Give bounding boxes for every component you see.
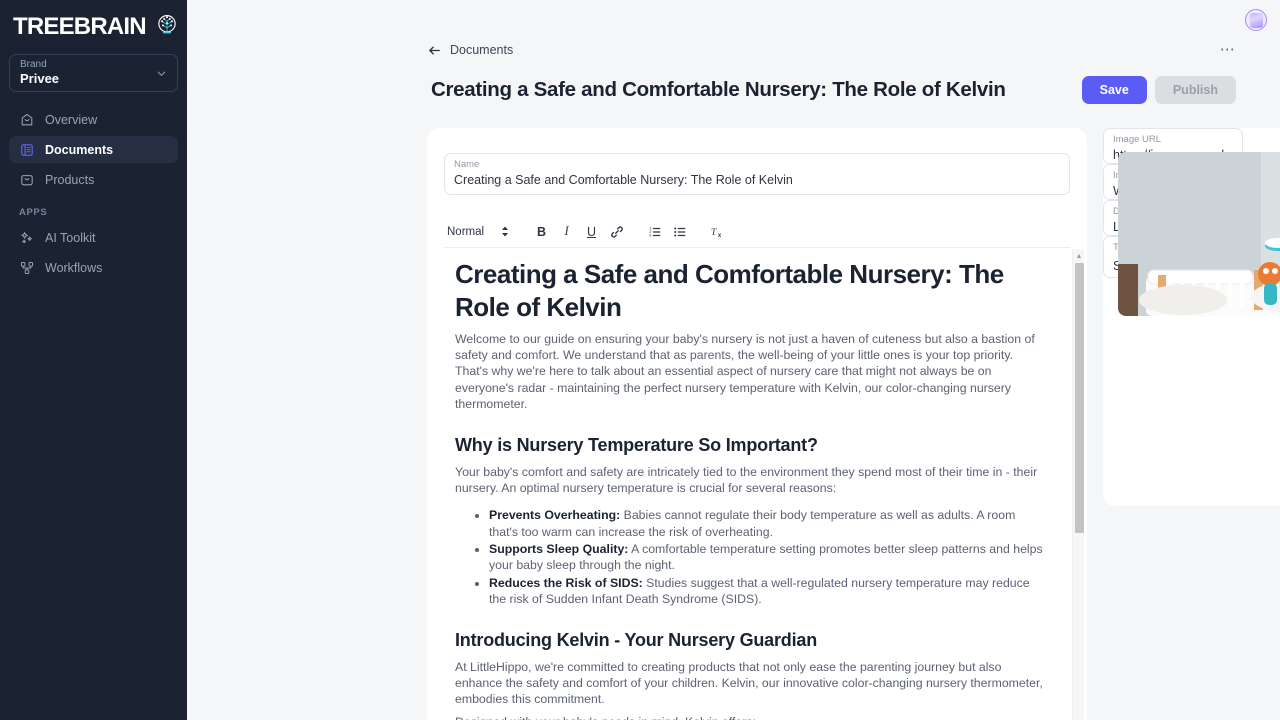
sidebar-item-products[interactable]: Products	[9, 166, 178, 193]
sidebar-item-label: AI Toolkit	[45, 230, 96, 245]
link-icon	[610, 225, 623, 238]
hero-image-preview	[1118, 152, 1280, 316]
document-list-1: Prevents Overheating: Babies cannot regu…	[489, 507, 1046, 607]
document-paragraph-4: Designed with your baby's needs in mind,…	[455, 714, 1046, 720]
main-content: Documents ⋯ Creating a Safe and Comforta…	[187, 0, 1280, 720]
text-style-value: Normal	[447, 225, 485, 238]
link-button[interactable]	[606, 221, 627, 242]
document-title-row: Creating a Safe and Comfortable Nursery:…	[431, 76, 1236, 104]
brand-value: Privee	[20, 71, 60, 87]
sidebar: TREEBRAIN Brand Privee Overview Document…	[0, 0, 187, 720]
sidebar-item-documents[interactable]: Documents	[9, 136, 178, 163]
save-button[interactable]: Save	[1081, 76, 1147, 104]
sidebar-section-apps: APPS	[19, 207, 48, 218]
document-body: Creating a Safe and Comfortable Nursery:…	[444, 258, 1046, 720]
action-buttons: Save Publish	[1081, 76, 1236, 104]
document-paragraph-2: Your baby's comfort and safety are intri…	[455, 464, 1038, 495]
list-item-term: Supports Sleep Quality:	[489, 542, 629, 557]
document-paragraph-intro: Welcome to our guide on ensuring your ba…	[455, 331, 1035, 411]
scrollbar-thumb[interactable]	[1074, 263, 1084, 533]
list-item: Reduces the Risk of SIDS: Studies sugges…	[489, 575, 1046, 608]
image-url-label: Image URL	[1113, 134, 1162, 145]
avatar-image	[1249, 12, 1263, 28]
list-item-term: Prevents Overheating:	[489, 508, 621, 523]
logo-text: TREEBRAIN	[13, 13, 147, 40]
ellipsis-icon[interactable]: ⋯	[1220, 42, 1236, 57]
brand-selector-text: Brand Privee	[20, 58, 60, 87]
clear-format-button[interactable]: T x	[707, 221, 728, 242]
name-input[interactable]: Name Creating a Safe and Comfortable Nur…	[444, 153, 1070, 195]
sidebar-item-label: Workflows	[45, 260, 103, 275]
workflow-icon	[20, 261, 34, 274]
sidebar-item-overview[interactable]: Overview	[9, 106, 178, 133]
sparkles-icon	[21, 231, 32, 243]
list-item-term: Reduces the Risk of SIDS:	[489, 575, 643, 590]
document-icon	[21, 143, 33, 156]
brand-selector[interactable]: Brand Privee	[9, 54, 178, 92]
document-paragraph-3: At LittleHippo, we're committed to creat…	[455, 659, 1043, 707]
document-heading-2-why: Why is Nursery Temperature So Important?	[455, 435, 818, 456]
text-style-dropdown[interactable]: Normal	[444, 225, 514, 238]
list-item: Supports Sleep Quality: A comfortable te…	[489, 541, 1046, 574]
page-title: Creating a Safe and Comfortable Nursery:…	[431, 78, 1006, 101]
editor-toolbar: Normal B I U 1 2 3 T x	[444, 216, 1070, 248]
editor-scrollbar[interactable]: ▲	[1072, 249, 1084, 720]
home-icon	[21, 113, 33, 125]
bold-button[interactable]: B	[531, 221, 552, 242]
sidebar-item-label: Products	[45, 172, 95, 187]
sidebar-item-workflows[interactable]: Workflows	[9, 254, 178, 281]
svg-text:3: 3	[649, 232, 652, 237]
app-logo[interactable]: TREEBRAIN	[9, 0, 178, 44]
metadata-panel: Image URL https://images.pexels.cor Imag…	[1103, 128, 1280, 506]
sidebar-item-label: Documents	[45, 142, 114, 157]
app-root: TREEBRAIN Brand Privee Overview Document…	[0, 0, 1280, 720]
bag-icon	[21, 174, 33, 185]
sidebar-nav: Overview Documents Products APPS AI Tool…	[9, 106, 178, 281]
underline-button[interactable]: U	[581, 221, 602, 242]
list-item: Prevents Overheating: Babies cannot regu…	[489, 507, 1046, 540]
avatar[interactable]	[1245, 9, 1267, 31]
document-scroll-area[interactable]: Creating a Safe and Comfortable Nursery:…	[444, 249, 1070, 720]
svg-text:T: T	[711, 228, 717, 238]
ordered-list-icon: 123	[649, 225, 660, 237]
nursery-photo	[1118, 152, 1280, 316]
document-heading-1: Creating a Safe and Comfortable Nursery:…	[455, 259, 1004, 323]
name-input-value: Creating a Safe and Comfortable Nursery:…	[454, 173, 793, 188]
name-input-label: Name	[454, 159, 480, 170]
clear-format-icon: T x	[711, 228, 722, 239]
bullet-list-icon	[673, 226, 685, 237]
publish-button[interactable]: Publish	[1154, 76, 1236, 104]
italic-button[interactable]: I	[556, 221, 577, 242]
breadcrumb-link-documents[interactable]: Documents	[450, 43, 513, 57]
sidebar-item-ai-toolkit[interactable]: AI Toolkit	[9, 224, 178, 251]
editor-card: Name Creating a Safe and Comfortable Nur…	[427, 128, 1087, 720]
breadcrumb: Documents	[427, 40, 1236, 60]
bullet-list-button[interactable]	[669, 221, 690, 242]
brand-label: Brand	[20, 58, 47, 70]
updown-chevron-icon	[502, 226, 509, 237]
document-heading-2-kelvin: Introducing Kelvin - Your Nursery Guardi…	[455, 630, 817, 651]
tree-icon	[158, 15, 176, 34]
ordered-list-button[interactable]: 123	[644, 221, 665, 242]
arrow-left-icon[interactable]	[427, 43, 442, 58]
chevron-down-icon	[157, 71, 166, 76]
scroll-up-icon[interactable]: ▲	[1073, 249, 1085, 263]
sidebar-item-label: Overview	[45, 112, 98, 127]
svg-text:x: x	[718, 233, 722, 239]
